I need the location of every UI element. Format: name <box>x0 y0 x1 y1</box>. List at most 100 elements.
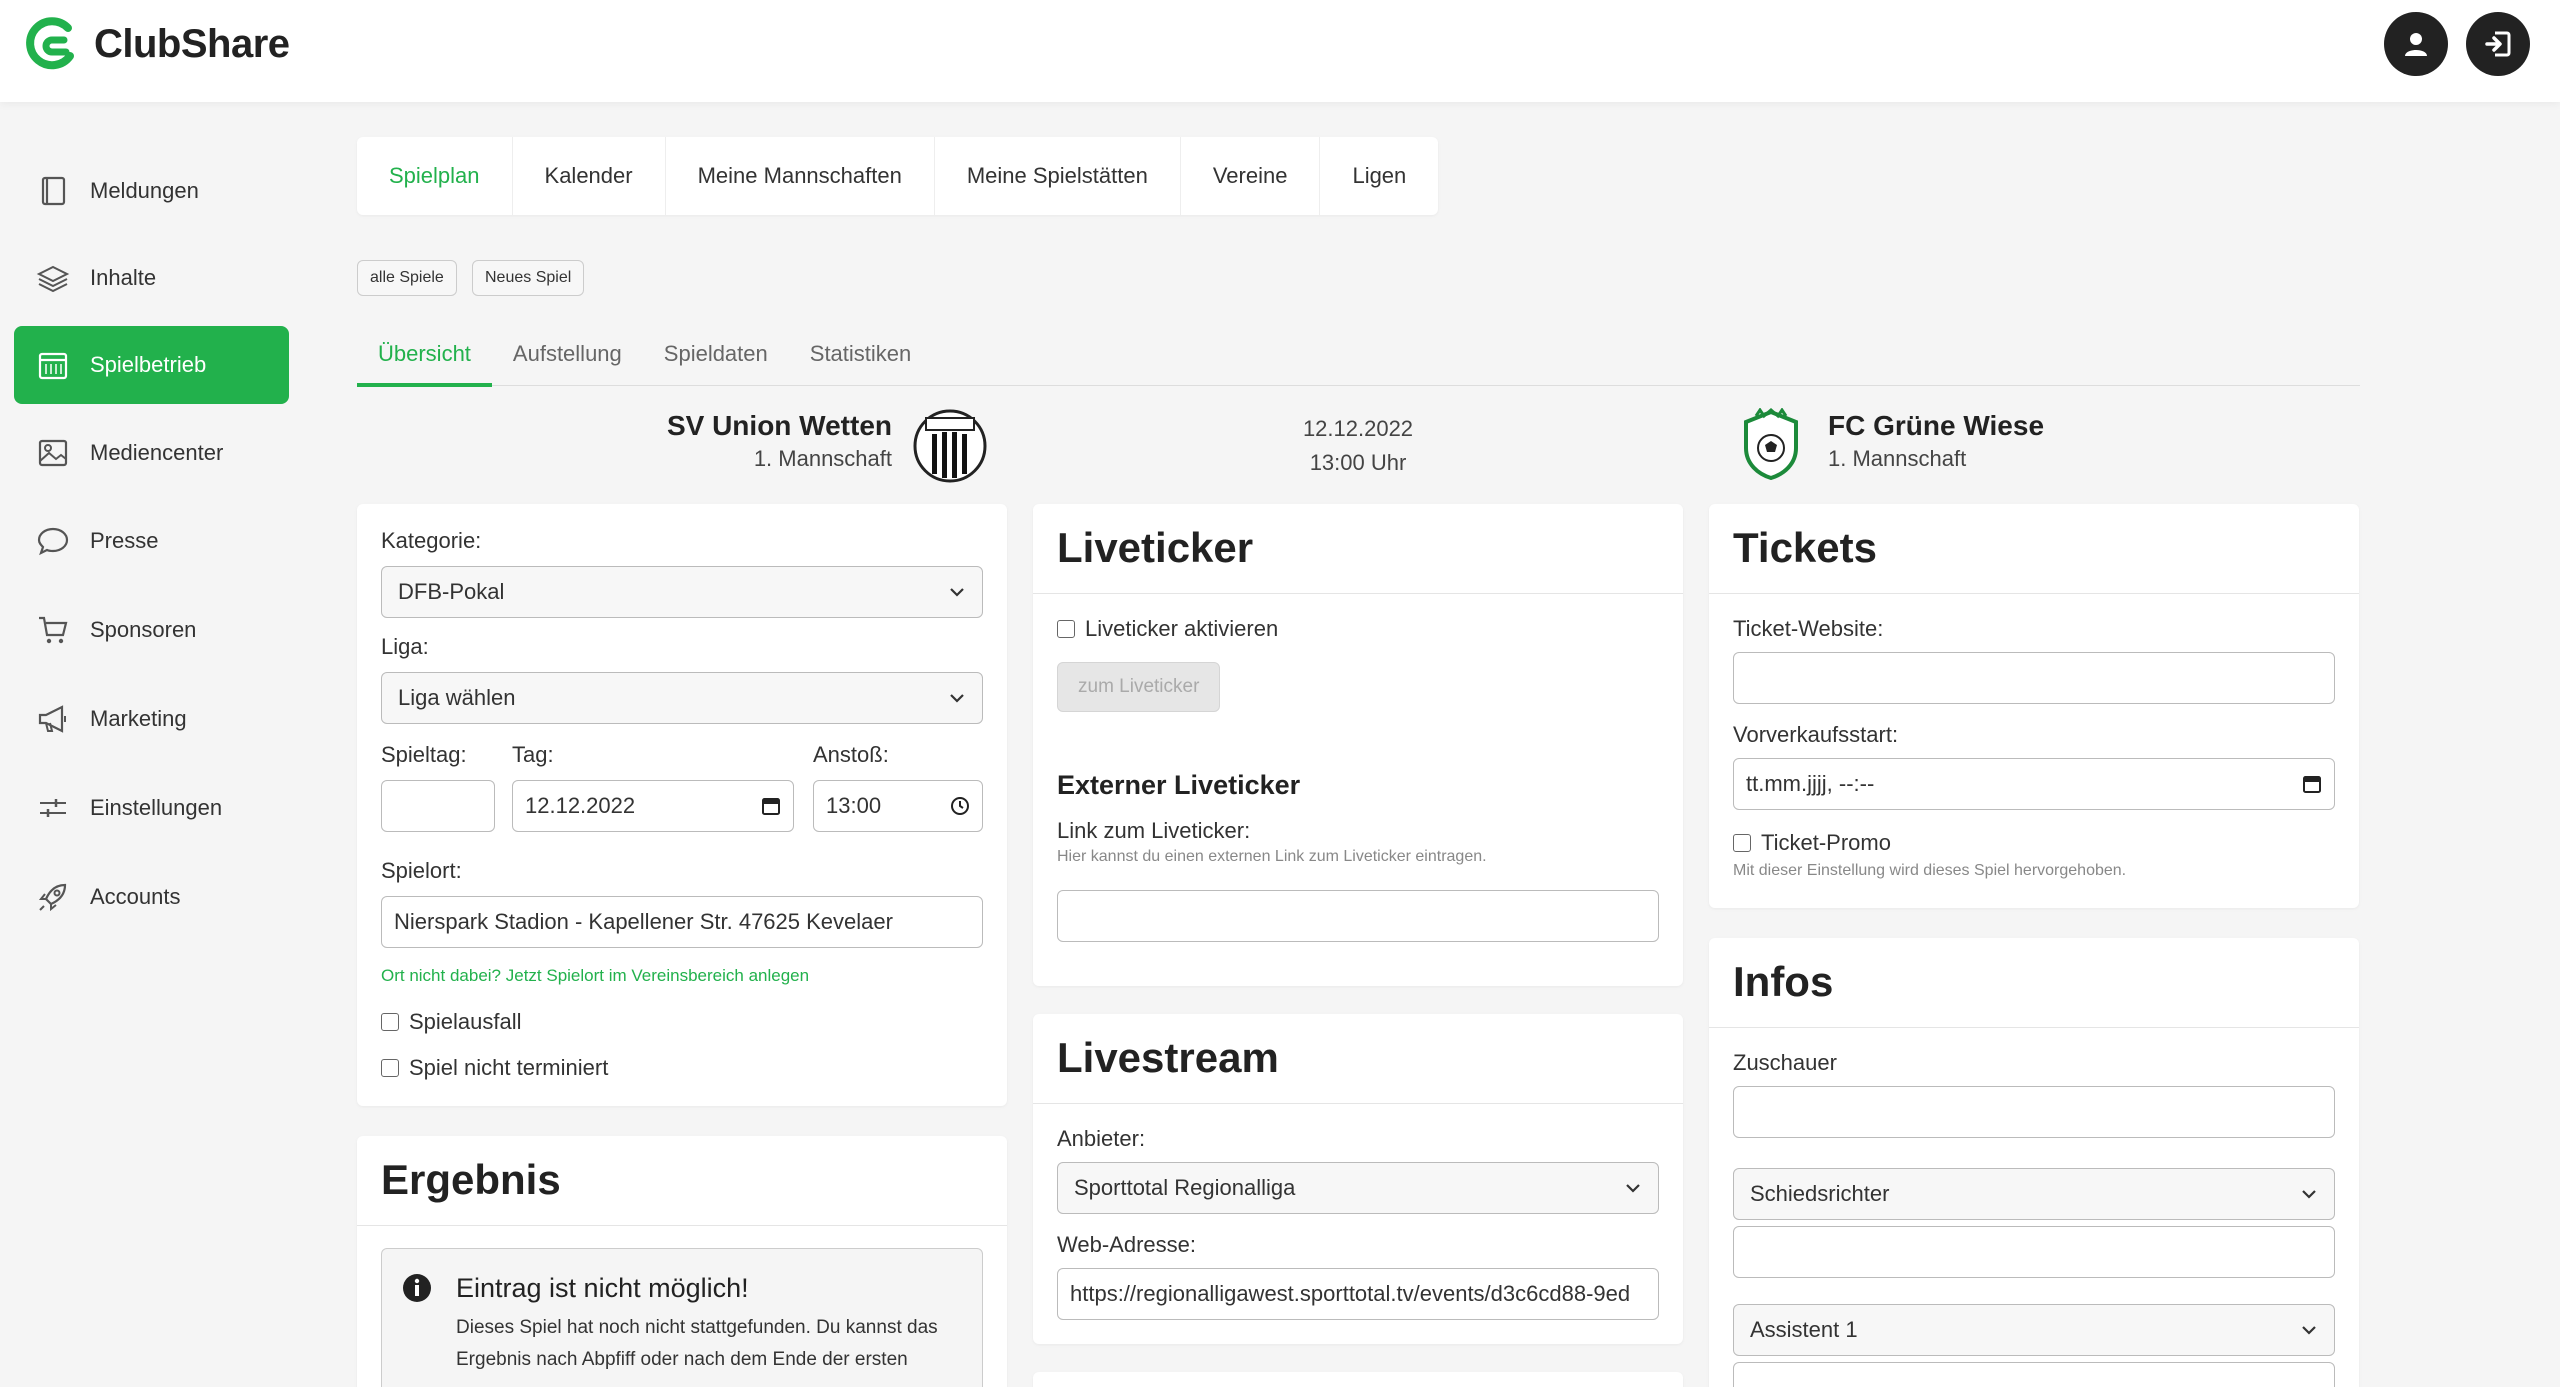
assistant-select[interactable]: Assistent 1 <box>1733 1304 2335 1356</box>
additional-card <box>1033 1372 1683 1387</box>
create-venue-link[interactable]: Ort nicht dabei? Jetzt Spielort im Verei… <box>381 966 809 986</box>
tab-meine-mannschaften[interactable]: Meine Mannschaften <box>666 137 935 215</box>
app-name: ClubShare <box>94 21 290 66</box>
liveticker-link-input[interactable] <box>1057 890 1659 942</box>
spielausfall-checkbox[interactable]: Spielausfall <box>381 1009 522 1035</box>
calendar-icon[interactable] <box>2302 774 2322 794</box>
sidebar-item-presse[interactable]: Presse <box>14 502 289 580</box>
infos-card: Infos Zuschauer Schiedsrichter Assistent… <box>1709 938 2359 1387</box>
provider-value: Sporttotal Regionalliga <box>1074 1175 1296 1200</box>
tag-date-input[interactable]: 12.12.2022 <box>512 780 794 832</box>
provider-select[interactable]: Sporttotal Regionalliga <box>1057 1162 1659 1214</box>
livestream-card: Livestream Anbieter: Sporttotal Regional… <box>1033 1014 1683 1344</box>
tab-kalender[interactable]: Kalender <box>513 137 666 215</box>
chevron-down-icon <box>2302 1326 2316 1335</box>
top-bar: ClubShare <box>0 0 2560 102</box>
app-logo[interactable]: ClubShare <box>24 16 290 72</box>
tickets-card: Tickets Ticket-Website: Vorverkaufsstart… <box>1709 504 2359 908</box>
sidebar-item-marketing[interactable]: Marketing <box>14 680 289 758</box>
checkbox-box[interactable] <box>381 1013 399 1031</box>
ticket-promo-checkbox[interactable]: Ticket-Promo <box>1733 830 1891 856</box>
sliders-icon <box>40 799 66 817</box>
referee-select-value: Schiedsrichter <box>1750 1181 1890 1206</box>
sidebar-item-inhalte[interactable]: Inhalte <box>14 239 289 317</box>
clock-icon[interactable] <box>950 796 970 816</box>
book-icon <box>41 176 66 206</box>
assistant-input[interactable] <box>1733 1362 2335 1387</box>
sidebar-item-label: Inhalte <box>90 265 157 290</box>
info-icon <box>403 1274 431 1302</box>
subtab-statistiken[interactable]: Statistiken <box>789 335 933 387</box>
nicht-terminiert-checkbox[interactable]: Spiel nicht terminiert <box>381 1055 608 1081</box>
away-team-name: FC Grüne Wiese <box>1828 410 2045 441</box>
infos-title: Infos <box>1709 938 2359 1028</box>
sidebar-item-sponsoren[interactable]: Sponsoren <box>14 591 289 669</box>
go-to-liveticker-button[interactable]: zum Liveticker <box>1057 662 1221 712</box>
sidebar-item-einstellungen[interactable]: Einstellungen <box>14 769 289 847</box>
match-time: 13:00 Uhr <box>1309 450 1407 475</box>
away-team-squad: 1. Mannschaft <box>1828 446 1967 471</box>
result-card: Ergebnis Eintrag ist nicht möglich! Dies… <box>357 1136 1007 1387</box>
zuschauer-input[interactable] <box>1733 1086 2335 1138</box>
tag-label: Tag: <box>512 742 554 767</box>
clubshare-logo-icon <box>26 17 74 70</box>
stream-url-input[interactable]: https://regionalligawest.sporttotal.tv/e… <box>1057 1268 1659 1320</box>
sidebar-item-accounts[interactable]: Accounts <box>14 858 289 936</box>
checkbox-box[interactable] <box>1057 620 1075 638</box>
presale-datetime-input[interactable]: tt.mm.jjjj, --:-- <box>1733 758 2335 810</box>
referee-select[interactable]: Schiedsrichter <box>1733 1168 2335 1220</box>
spielort-input[interactable]: Nierspark Stadion - Kapellener Str. 4762… <box>381 896 983 948</box>
liveticker-activate-label: Liveticker aktivieren <box>1085 616 1279 641</box>
tab-spielplan[interactable]: Spielplan <box>357 137 513 215</box>
kategorie-label: Kategorie: <box>381 528 482 553</box>
checkbox-box[interactable] <box>1733 834 1751 852</box>
home-team-squad: 1. Mannschaft <box>753 446 892 471</box>
all-games-button[interactable]: alle Spiele <box>357 260 457 296</box>
subtab-spieldaten[interactable]: Spieldaten <box>643 335 789 387</box>
anstoss-time-input[interactable]: 13:00 <box>813 780 983 832</box>
away-team-crest-icon <box>1744 408 1798 480</box>
tab-vereine[interactable]: Vereine <box>1181 137 1321 215</box>
user-icon <box>2405 33 2427 56</box>
spieltag-input[interactable] <box>381 780 495 832</box>
sidebar-item-spielbetrieb[interactable]: Spielbetrieb <box>14 326 289 404</box>
liveticker-link-label: Link zum Liveticker: <box>1057 818 1251 843</box>
home-team-name: SV Union Wetten <box>666 410 892 441</box>
away-team: FC Grüne Wiese 1. Mannschaft <box>1828 410 2044 472</box>
spielausfall-label: Spielausfall <box>409 1009 522 1034</box>
ticket-website-input[interactable] <box>1733 652 2335 704</box>
calendar-icon[interactable] <box>761 796 781 816</box>
sidebar-item-mediencenter[interactable]: Mediencenter <box>14 414 289 492</box>
tag-value: 12.12.2022 <box>525 793 636 818</box>
ticket-website-label: Ticket-Website: <box>1733 616 1884 641</box>
external-liveticker-title: Externer Liveticker <box>1057 770 1301 800</box>
liveticker-link-hint: Hier kannst du einen externen Link zum L… <box>1057 848 1487 865</box>
referee-input[interactable] <box>1733 1226 2335 1278</box>
home-team: SV Union Wetten 1. Mannschaft <box>667 410 892 472</box>
presale-label: Vorverkaufsstart: <box>1733 722 1899 747</box>
match-date: 12.12.2022 <box>1302 416 1414 441</box>
logout-button[interactable] <box>2466 12 2530 76</box>
result-alert: Eintrag ist nicht möglich! Dieses Spiel … <box>381 1248 983 1387</box>
tab-meine-spielstaetten[interactable]: Meine Spielstätten <box>935 137 1181 215</box>
liga-select[interactable]: Liga wählen <box>381 672 983 724</box>
anstoss-value: 13:00 <box>826 793 882 818</box>
new-game-button[interactable]: Neues Spiel <box>472 260 585 296</box>
subtab-aufstellung[interactable]: Aufstellung <box>492 335 643 387</box>
profile-button[interactable] <box>2384 12 2448 76</box>
rocket-icon <box>38 883 67 912</box>
livestream-title: Livestream <box>1033 1014 1683 1104</box>
zuschauer-label: Zuschauer <box>1733 1050 1837 1075</box>
liga-value: Liga wählen <box>398 685 516 710</box>
ticket-promo-label: Ticket-Promo <box>1761 830 1891 855</box>
main-tabs: Spielplan Kalender Meine Mannschaften Me… <box>357 137 1439 215</box>
sidebar-item-label: Mediencenter <box>90 440 224 465</box>
checkbox-box[interactable] <box>381 1059 399 1077</box>
sidebar-item-meldungen[interactable]: Meldungen <box>14 152 289 230</box>
provider-label: Anbieter: <box>1057 1126 1146 1151</box>
liveticker-activate-checkbox[interactable]: Liveticker aktivieren <box>1057 616 1278 642</box>
kategorie-select[interactable]: DFB-Pokal <box>381 566 983 618</box>
subtab-uebersicht[interactable]: Übersicht <box>357 335 492 387</box>
calendar-icon <box>38 352 68 380</box>
tab-ligen[interactable]: Ligen <box>1320 137 1438 215</box>
